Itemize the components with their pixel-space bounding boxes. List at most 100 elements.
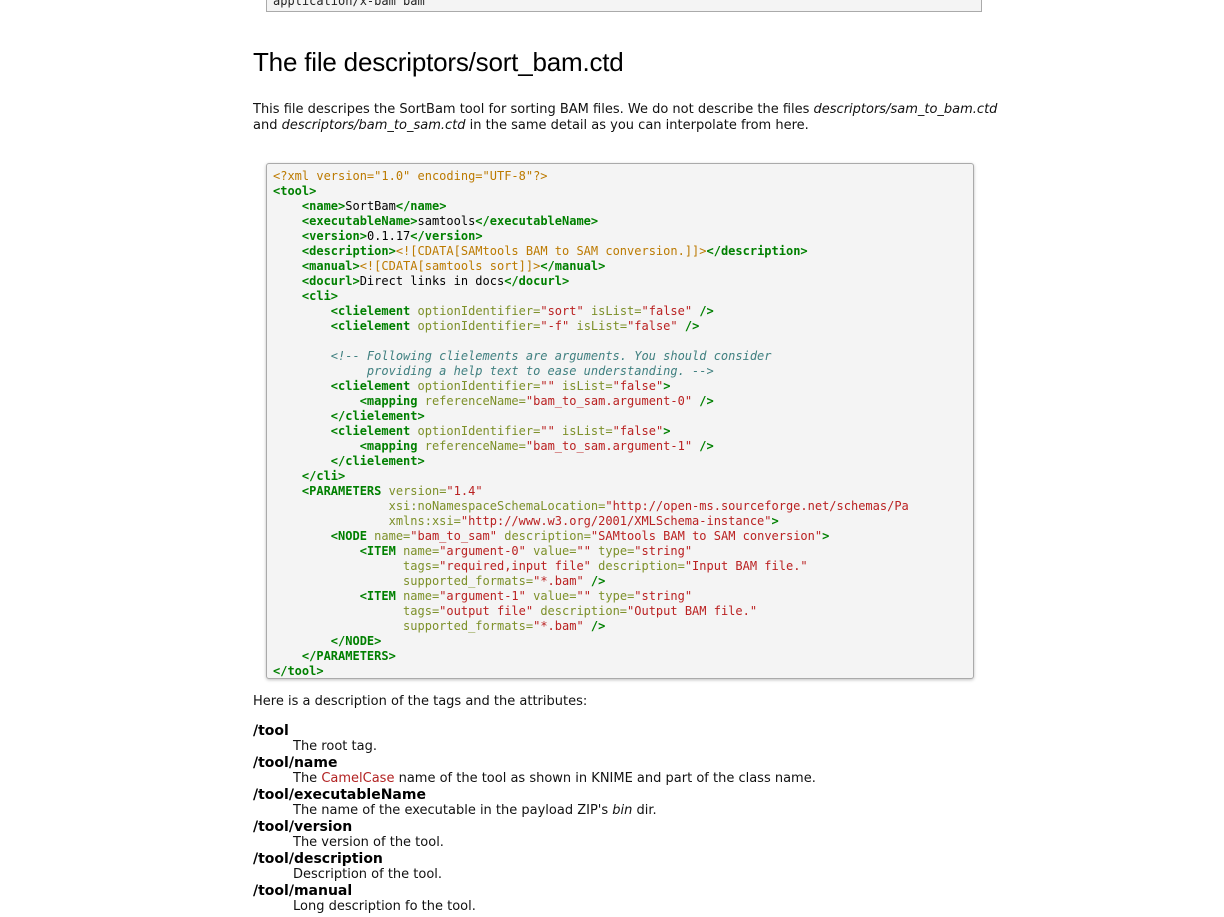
code-tag: <version>: [301, 229, 367, 243]
code-comment: providing a help text to ease understand…: [273, 364, 714, 378]
section-heading: The file descriptors/sort_bam.ctd: [253, 47, 624, 77]
code-tag: <tool>: [273, 184, 317, 198]
code-line: <?xml version="1.0" encoding="UTF-8"?>: [273, 169, 973, 184]
code-tag: <PARAMETERS: [301, 484, 382, 498]
code-attr: optionIdentifier=: [417, 319, 541, 333]
code-line: <mapping referenceName="bam_to_sam.argum…: [273, 394, 973, 409]
code-tag: >: [663, 424, 671, 438]
code-value: "false": [612, 379, 664, 393]
code-line: <executableName>samtools</executableName…: [273, 214, 973, 229]
code-tag: >: [663, 379, 671, 393]
code-tag: </NODE>: [330, 634, 382, 648]
code-value: "http://www.w3.org/2001/XMLSchema-instan…: [460, 514, 772, 528]
def-desc-version: The version of the tool.: [293, 835, 444, 850]
code-cdata: <![CDATA[SAMtools BAM to SAM conversion.…: [395, 244, 707, 258]
def-term-description: /tool/description: [253, 851, 383, 867]
def-desc-manual: Long description fo the tool.: [293, 899, 476, 914]
code-value: "string": [634, 589, 693, 603]
code-attr: description=: [598, 559, 685, 573]
code-attr: isList=: [590, 304, 642, 318]
intro-text-1: This file descripes the SortBam tool for…: [253, 102, 814, 117]
code-tag: <manual>: [301, 259, 360, 273]
code-attr: description=: [540, 604, 628, 618]
code-line: xmlns:xsi="http://www.w3.org/2001/XMLSch…: [273, 514, 973, 529]
code-value: "SAMtools BAM to SAM conversion": [590, 529, 823, 543]
code-tag: <cli>: [301, 289, 339, 303]
code-tag: <name>: [301, 199, 346, 213]
code-attr: isList=: [562, 424, 613, 438]
intro-text-3: in the same detail as you can interpolat…: [465, 118, 809, 133]
code-tag: >: [822, 529, 830, 543]
code-attr: supported_formats=: [403, 619, 534, 633]
code-line: <clielement optionIdentifier="" isList="…: [273, 379, 973, 394]
code-tag: </executableName>: [475, 214, 599, 228]
code-cdata: <![CDATA[samtools sort]]>: [359, 259, 541, 273]
def-desc-tool: The root tag.: [293, 739, 377, 754]
code-line: <name>SortBam</name>: [273, 199, 973, 214]
code-line: <clielement optionIdentifier="-f" isList…: [273, 319, 973, 334]
code-attr: tags=: [403, 559, 440, 573]
code-value: "1.4": [446, 484, 483, 498]
intro-text-2: and: [253, 118, 282, 133]
code-line: <PARAMETERS version="1.4": [273, 484, 973, 499]
xml-code-block[interactable]: <?xml version="1.0" encoding="UTF-8"?> <t…: [266, 163, 974, 679]
code-tag: </PARAMETERS>: [301, 649, 396, 663]
code-tag: />: [684, 319, 700, 333]
code-attr: optionIdentifier=: [417, 379, 541, 393]
code-tag: <clielement: [330, 424, 411, 438]
def-desc-executable-before: The name of the executable in the payloa…: [293, 803, 613, 818]
code-value: "argument-0": [439, 544, 526, 558]
code-tag: </docurl>: [504, 274, 570, 288]
code-value: "http://open-ms.sourceforge.net/schemas/…: [605, 499, 909, 513]
camelcase-link[interactable]: CamelCase: [321, 771, 394, 786]
code-value: "Input BAM file.": [684, 559, 808, 573]
def-term-tool: /tool: [253, 723, 289, 739]
tag-definitions-list: /tool The root tag. /tool/name The Camel…: [253, 723, 1053, 915]
code-attr: name=: [403, 544, 440, 558]
code-tag: </clielement>: [330, 409, 425, 423]
code-pi: <?xml version="1.0" encoding="UTF-8"?>: [273, 169, 548, 183]
code-tag: <mapping: [359, 394, 418, 408]
code-value: "*.bam": [533, 619, 584, 633]
code-attr: isList=: [576, 319, 628, 333]
code-line: <tool>: [273, 184, 973, 199]
code-value: "": [540, 424, 555, 438]
def-desc-executable: The name of the executable in the payloa…: [293, 803, 1053, 819]
def-desc-executable-after: dir.: [632, 803, 657, 818]
code-line: </NODE>: [273, 634, 973, 649]
code-attr: type=: [598, 544, 635, 558]
code-line: </PARAMETERS>: [273, 649, 973, 664]
previous-code-text: application/x-bam bam: [273, 0, 425, 8]
code-attr: referenceName=: [424, 394, 526, 408]
code-tag: <clielement: [330, 304, 411, 318]
def-term-version: /tool/version: [253, 819, 353, 835]
code-line: supported_formats="*.bam" />: [273, 574, 973, 589]
code-line: <cli>: [273, 289, 973, 304]
code-line: </cli>: [273, 469, 973, 484]
code-tag: </cli>: [301, 469, 346, 483]
def-desc-executable-bin: bin: [612, 803, 633, 818]
tags-intro: Here is a description of the tags and th…: [253, 694, 588, 709]
def-term-executable: /tool/executableName: [253, 787, 426, 803]
code-value: "-f": [540, 319, 570, 333]
def-term-manual: /tool/manual: [253, 883, 353, 899]
code-value: "": [540, 379, 555, 393]
code-text: SortBam: [345, 199, 396, 213]
code-line: </tool>: [273, 664, 973, 678]
code-attr: name=: [374, 529, 411, 543]
code-tag: </clielement>: [330, 454, 425, 468]
code-value: "required,input file": [439, 559, 591, 573]
